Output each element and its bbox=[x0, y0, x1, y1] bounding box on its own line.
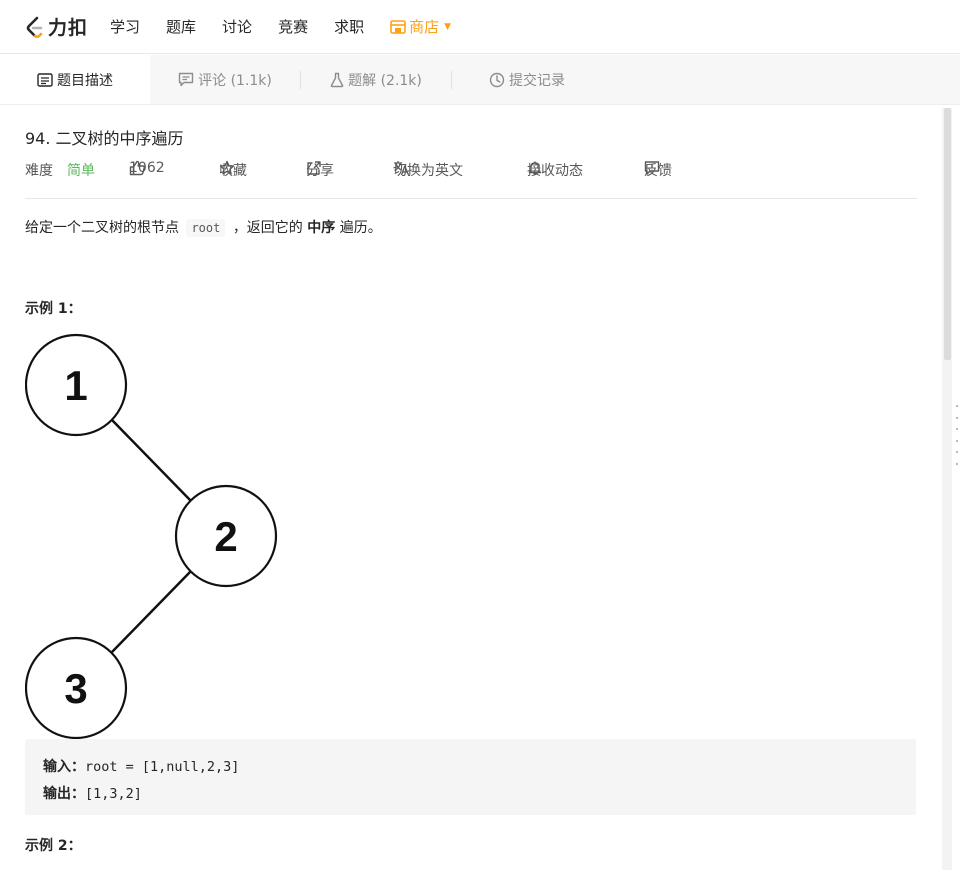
feedback-button[interactable]: 反馈 bbox=[644, 160, 672, 179]
leetcode-logo[interactable]: 力扣 bbox=[24, 13, 88, 40]
logo-text: 力扣 bbox=[48, 17, 89, 39]
tab-description[interactable]: 题目描述 bbox=[0, 55, 150, 104]
input-label: 输入： bbox=[43, 758, 85, 774]
clock-icon bbox=[489, 72, 505, 88]
nav-item-jobs[interactable]: 求职 bbox=[334, 16, 364, 37]
tab-comments[interactable]: 评论 (1.1k) bbox=[150, 55, 300, 104]
like-count: 1062 bbox=[129, 160, 165, 176]
tree-edge bbox=[111, 570, 192, 653]
tree-node-label: 1 bbox=[64, 362, 87, 409]
nav-item-contest[interactable]: 竞赛 bbox=[278, 16, 308, 37]
example-1-input-line: 输入：root = [1,null,2,3] bbox=[43, 753, 898, 780]
problem-title: 94. 二叉树的中序遍历 bbox=[25, 129, 184, 148]
tree-node-label: 2 bbox=[214, 513, 237, 560]
meta-divider bbox=[25, 198, 917, 199]
tree-node-label: 3 bbox=[64, 665, 87, 712]
tab-solutions[interactable]: 题解 (2.1k) bbox=[301, 55, 451, 104]
scrollbar-thumb[interactable] bbox=[944, 108, 951, 360]
translate-label: 切换为英文 bbox=[393, 163, 463, 179]
example-1-code-block: 输入：root = [1,null,2,3] 输出：[1,3,2] bbox=[25, 739, 916, 815]
top-navbar: 力扣 学习 题库 讨论 竞赛 求职 商店 ▼ bbox=[0, 0, 960, 54]
chevron-down-icon: ▼ bbox=[444, 21, 452, 32]
example-2-title: 示例 2： bbox=[25, 838, 82, 854]
input-value: root = [1,null,2,3] bbox=[85, 759, 240, 775]
output-label: 输出： bbox=[43, 785, 85, 801]
description-icon bbox=[37, 72, 53, 87]
share-label: 分享 bbox=[306, 163, 334, 179]
panel-resize-handle[interactable] bbox=[956, 405, 960, 465]
favorite-button[interactable]: 收藏 bbox=[219, 160, 247, 179]
nav-item-discuss[interactable]: 讨论 bbox=[222, 16, 252, 37]
subscribe-button[interactable]: 接收动态 bbox=[527, 160, 583, 179]
feedback-label: 反馈 bbox=[644, 163, 672, 179]
tab-label: 评论 (1.1k) bbox=[198, 72, 272, 89]
difficulty-badge: 简单 bbox=[67, 163, 95, 179]
flask-icon bbox=[330, 72, 344, 88]
problem-meta-bar: 难度 简单 1062 收藏 分享 切换为英文 接收动态 反馈 bbox=[25, 160, 917, 180]
store-icon bbox=[390, 19, 406, 34]
logo-icon bbox=[26, 16, 43, 38]
desc-code: root bbox=[186, 219, 226, 237]
tab-label: 提交记录 bbox=[509, 72, 565, 89]
desc-mid: ，返回它的 bbox=[232, 220, 303, 236]
favorite-label: 收藏 bbox=[219, 163, 247, 179]
nav-item-learn[interactable]: 学习 bbox=[110, 16, 140, 37]
desc-suffix: 遍历。 bbox=[339, 220, 382, 236]
like-button[interactable]: 1062 bbox=[129, 160, 165, 176]
tab-submissions[interactable]: 提交记录 bbox=[452, 55, 602, 104]
example-1-tree-image: 1 2 3 bbox=[25, 333, 278, 740]
share-button[interactable]: 分享 bbox=[306, 160, 334, 179]
example-1-title: 示例 1： bbox=[25, 301, 82, 317]
desc-prefix: 给定一个二叉树的根节点 bbox=[25, 220, 179, 236]
subscribe-label: 接收动态 bbox=[527, 163, 583, 179]
problem-tabs: 题目描述 评论 (1.1k) 题解 (2.1k) 提交记录 bbox=[0, 55, 960, 105]
desc-bold: 中序 bbox=[307, 220, 336, 236]
nav-item-store[interactable]: 商店 ▼ bbox=[390, 16, 451, 37]
example-1-output-line: 输出：[1,3,2] bbox=[43, 780, 898, 807]
difficulty-label: 难度 bbox=[25, 163, 53, 179]
comment-icon bbox=[178, 72, 194, 87]
tree-edge bbox=[111, 419, 192, 502]
nav-item-problems[interactable]: 题库 bbox=[166, 16, 196, 37]
translate-button[interactable]: 切换为英文 bbox=[393, 160, 463, 179]
store-label: 商店 bbox=[409, 18, 440, 36]
problem-description: 给定一个二叉树的根节点 root ，返回它的 中序 遍历。 bbox=[25, 217, 382, 237]
tab-label: 题解 (2.1k) bbox=[348, 72, 422, 89]
tab-label: 题目描述 bbox=[57, 72, 113, 89]
output-value: [1,3,2] bbox=[85, 786, 142, 802]
